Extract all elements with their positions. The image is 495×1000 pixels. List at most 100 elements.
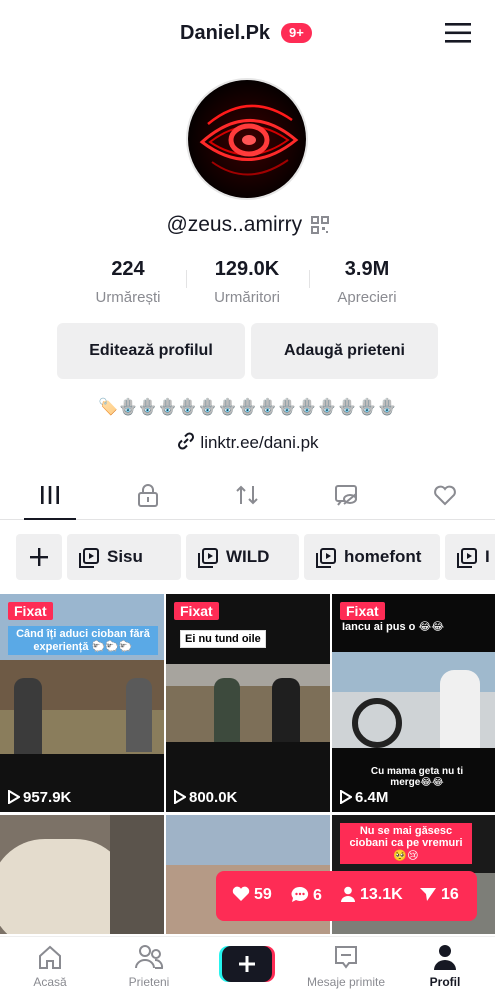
video-thumbnail[interactable] bbox=[0, 815, 164, 934]
qr-code-icon[interactable] bbox=[310, 216, 329, 234]
plus-icon bbox=[30, 548, 48, 566]
shares-count: 16 bbox=[441, 886, 459, 903]
view-count-text: 800.0K bbox=[189, 789, 238, 806]
bio-link-row[interactable]: linktr.ee/dani.pk bbox=[0, 431, 495, 453]
video-caption: Iancu ai pus o 😂😂 bbox=[342, 621, 445, 633]
likes-stat: 59 bbox=[232, 886, 272, 904]
live-stats-bar[interactable]: 59 6 13.1K 16 bbox=[216, 871, 477, 921]
bottom-navigation: Acasă Prieteni Mesaje primite Profil bbox=[0, 936, 495, 1000]
likes-count: 59 bbox=[254, 886, 272, 903]
video-thumbnail[interactable]: Fixat Când îți aduci cioban fără experie… bbox=[0, 594, 164, 812]
nav-friends-label: Prieteni bbox=[128, 975, 170, 989]
playlist-chip[interactable]: I bbox=[445, 534, 495, 580]
notification-badge[interactable]: 9+ bbox=[281, 23, 312, 43]
likes-count: 3.9M bbox=[344, 258, 390, 280]
heart-icon bbox=[232, 886, 250, 901]
nav-inbox-label: Mesaje primite bbox=[306, 975, 386, 989]
following-label: Urmărești bbox=[95, 289, 161, 306]
person-figure bbox=[272, 678, 300, 742]
pinned-badge: Fixat bbox=[174, 602, 219, 620]
steering-wheel bbox=[352, 698, 402, 748]
content-tabs bbox=[0, 472, 495, 520]
followers-stat[interactable]: 129.0K Urmăritori bbox=[187, 258, 307, 306]
video-thumbnail[interactable]: Fixat Ei nu tund oile 800.0K bbox=[166, 594, 330, 812]
profile-icon bbox=[434, 945, 456, 970]
friends-icon bbox=[135, 945, 164, 969]
nav-home-label: Acasă bbox=[33, 975, 67, 989]
playlist-icon bbox=[79, 548, 99, 568]
videos-grid-icon[interactable] bbox=[37, 482, 63, 508]
repost-icon[interactable] bbox=[234, 482, 260, 508]
nav-inbox[interactable]: Mesaje primite bbox=[296, 943, 396, 989]
playlists-row: Sisu WILD homefont I bbox=[0, 534, 495, 582]
video-caption: Nu se mai găsesc ciobani ca pe vremuri 🥺… bbox=[340, 823, 472, 864]
following-count: 224 bbox=[111, 258, 145, 280]
hidden-likes-icon[interactable] bbox=[333, 482, 359, 508]
video-caption-secondary: Cu mama geta nu ti merge😂😂 bbox=[370, 766, 464, 788]
roof-bg bbox=[166, 664, 330, 686]
person-figure bbox=[14, 678, 42, 758]
bg-shadow bbox=[110, 815, 164, 934]
eye-logo-icon bbox=[188, 80, 306, 198]
profile-stats: 224 Urmărești 129.0K Urmăritori 3.9M Apr… bbox=[0, 258, 495, 310]
followers-count: 129.0K bbox=[214, 258, 280, 280]
bio-link[interactable]: linktr.ee/dani.pk bbox=[200, 433, 318, 452]
person-figure bbox=[214, 678, 240, 742]
playlist-chip[interactable]: WILD bbox=[186, 534, 299, 580]
create-button[interactable] bbox=[219, 946, 275, 982]
play-icon bbox=[174, 789, 187, 805]
profile-handle: @zeus..amirry bbox=[166, 213, 303, 236]
playlist-chip[interactable]: Sisu bbox=[67, 534, 181, 580]
heart-icon[interactable] bbox=[432, 482, 458, 508]
playlist-chip[interactable]: homefont bbox=[304, 534, 440, 580]
view-count: 6.4M bbox=[340, 789, 388, 806]
menu-icon[interactable] bbox=[445, 22, 471, 44]
view-count: 800.0K bbox=[174, 789, 237, 806]
view-count-text: 6.4M bbox=[355, 789, 389, 806]
add-playlist-button[interactable] bbox=[16, 534, 62, 580]
person-figure bbox=[126, 678, 152, 752]
nav-profile-label: Profil bbox=[429, 975, 461, 989]
playlist-icon bbox=[316, 548, 336, 568]
viewers-stat: 13.1K bbox=[340, 886, 403, 904]
comment-icon bbox=[291, 886, 309, 902]
likes-stat[interactable]: 3.9M Aprecieri bbox=[307, 258, 427, 306]
person-figure bbox=[440, 670, 480, 748]
nav-home[interactable]: Acasă bbox=[0, 943, 100, 989]
active-tab-indicator bbox=[24, 518, 76, 520]
playlist-icon bbox=[457, 548, 477, 568]
profile-username-title[interactable]: Daniel.Pk bbox=[180, 22, 270, 45]
play-icon bbox=[8, 789, 21, 805]
person-icon bbox=[341, 886, 355, 902]
inbox-icon bbox=[335, 946, 357, 969]
viewers-count: 13.1K bbox=[360, 886, 403, 903]
share-icon bbox=[420, 888, 436, 901]
comments-stat: 6 bbox=[291, 886, 322, 905]
lock-icon[interactable] bbox=[135, 482, 161, 508]
playlist-label: I bbox=[485, 547, 490, 566]
playlist-icon bbox=[198, 548, 218, 568]
likes-label: Aprecieri bbox=[337, 289, 397, 306]
video-thumbnail[interactable]: Fixat Iancu ai pus o 😂😂 Cu mama geta nu … bbox=[332, 594, 495, 812]
followers-label: Urmăritori bbox=[214, 289, 280, 306]
play-icon bbox=[340, 789, 353, 805]
view-count: 957.9K bbox=[8, 789, 71, 806]
add-friends-button[interactable]: Adaugă prieteni bbox=[251, 323, 438, 379]
home-icon bbox=[39, 945, 61, 969]
pinned-badge: Fixat bbox=[8, 602, 53, 620]
playlist-label: homefont bbox=[344, 547, 422, 566]
playlist-label: WILD bbox=[226, 547, 270, 566]
edit-profile-button[interactable]: Editează profilul bbox=[57, 323, 245, 379]
video-caption: Ei nu tund oile bbox=[180, 630, 266, 648]
playlist-label: Sisu bbox=[107, 547, 143, 566]
nav-profile[interactable]: Profil bbox=[395, 943, 495, 989]
link-icon bbox=[178, 432, 195, 450]
pinned-badge: Fixat bbox=[340, 602, 385, 620]
bio-text: 🏷️🪬🪬🪬🪬🪬🪬🪬🪬🪬🪬🪬🪬🪬🪬 bbox=[98, 399, 397, 416]
video-caption: Când îți aduci cioban fără experiență 🐑🐑… bbox=[8, 626, 158, 655]
nav-friends[interactable]: Prieteni bbox=[99, 943, 199, 989]
top-bar: Daniel.Pk 9+ bbox=[0, 0, 495, 66]
following-stat[interactable]: 224 Urmărești bbox=[68, 258, 188, 306]
avatar[interactable] bbox=[186, 78, 308, 200]
comments-count: 6 bbox=[313, 887, 322, 904]
